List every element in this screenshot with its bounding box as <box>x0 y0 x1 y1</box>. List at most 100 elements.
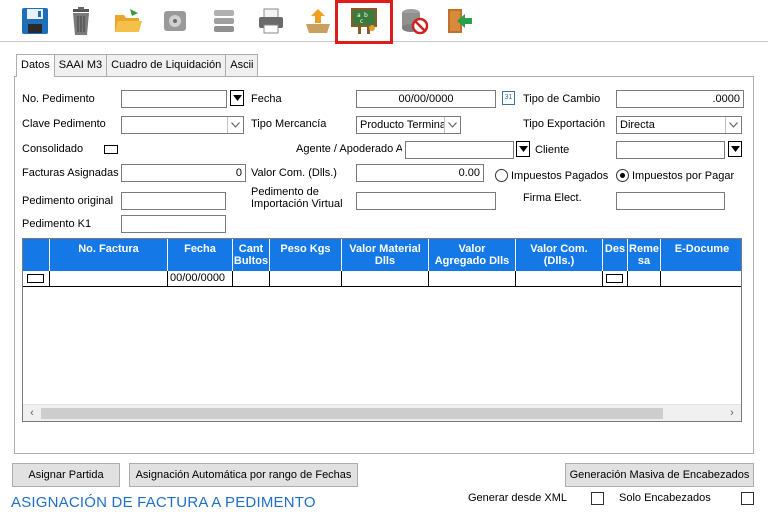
tab-ascii[interactable]: Ascii <box>225 54 259 76</box>
valor-com-field: 0.00 <box>356 164 484 182</box>
cell-fecha[interactable]: 00/00/0000 <box>168 271 233 287</box>
row-select-cell[interactable] <box>23 271 50 287</box>
generar-xml-checkbox[interactable] <box>591 492 604 505</box>
toolbar-highlight-frame <box>335 0 393 44</box>
asignacion-automatica-button[interactable]: Asignación Automática por rango de Fecha… <box>129 463 358 487</box>
chevron-down-icon <box>444 117 460 133</box>
scrollbar-thumb[interactable] <box>41 408 663 419</box>
export-icon[interactable] <box>300 3 336 39</box>
facturas-asignadas-field: 0 <box>121 164 246 182</box>
database-icon[interactable] <box>206 3 242 39</box>
grid-col-valor-agregado[interactable]: Valor Agregado Dlls <box>429 239 516 271</box>
tab-saai-m3[interactable]: SAAI M3 <box>53 54 108 76</box>
tab-cuadro-liquidacion[interactable]: Cuadro de Liquidación <box>106 54 227 76</box>
cell-valor-com[interactable] <box>516 271 603 287</box>
scroll-right-icon[interactable]: › <box>725 407 739 420</box>
grid-col-valor-com[interactable]: Valor Com. (Dlls.) <box>516 239 603 271</box>
open-folder-icon[interactable] <box>110 3 146 39</box>
chevron-down-icon <box>227 117 243 133</box>
impuestos-pagados-label: Impuestos Pagados <box>511 170 609 182</box>
cell-remesa[interactable] <box>628 271 661 287</box>
tipo-cambio-field[interactable]: .0000 <box>616 90 744 108</box>
chevron-down-icon <box>725 117 741 133</box>
cliente-field[interactable] <box>616 141 725 159</box>
valor-com-label: Valor Com. (Dlls.) <box>251 167 337 179</box>
grid-col-des[interactable]: Des <box>603 239 628 271</box>
cell-des[interactable] <box>603 271 628 287</box>
cliente-dropdown-button[interactable] <box>728 141 742 157</box>
calendar-icon[interactable]: 31 <box>502 91 515 105</box>
cell-no-factura[interactable] <box>50 271 168 287</box>
consolidado-label: Consolidado <box>22 143 84 155</box>
tipo-mercancia-value: Producto Termina <box>360 119 447 131</box>
tipo-mercancia-label: Tipo Mercancía <box>251 118 327 130</box>
impuestos-pagados-radio[interactable] <box>495 169 508 182</box>
chevron-down-icon <box>518 146 528 152</box>
pedimento-k1-field[interactable] <box>121 215 226 233</box>
cliente-label: Cliente <box>535 144 570 156</box>
des-checkbox[interactable] <box>606 274 623 283</box>
firma-elect-label: Firma Elect. <box>523 192 582 204</box>
save-icon[interactable] <box>17 3 53 39</box>
tipo-exportacion-value: Directa <box>620 119 655 131</box>
database-cancel-icon[interactable] <box>396 3 432 39</box>
no-pedimento-field[interactable] <box>121 90 227 108</box>
asignar-partida-button[interactable]: Asignar Partida <box>12 463 120 487</box>
agente-dropdown-button[interactable] <box>516 141 530 157</box>
fecha-label: Fecha <box>251 93 282 105</box>
tipo-exportacion-select[interactable]: Directa <box>616 116 742 134</box>
pedimento-virtual-field[interactable] <box>356 192 496 210</box>
impuestos-por-pagar-radio[interactable] <box>616 169 629 182</box>
generacion-masiva-button[interactable]: Generación Masiva de Encabezados <box>565 463 754 487</box>
pedimento-original-field[interactable] <box>121 192 226 210</box>
solo-encabezados-label: Solo Encabezados <box>619 492 711 504</box>
tab-bar: Datos SAAI M3 Cuadro de Liquidación Asci… <box>16 54 259 77</box>
pedimento-virtual-label-line1: Pedimento de <box>251 186 319 198</box>
grid-col-remesa[interactable]: Reme sa <box>628 239 661 271</box>
agente-field[interactable] <box>405 141 514 159</box>
cell-cant-bultos[interactable] <box>233 271 270 287</box>
table-row[interactable]: 00/00/0000 <box>23 271 741 287</box>
grid-header: No. Factura Fecha Cant Bultos Peso Kgs Va… <box>23 239 741 271</box>
pedimento-original-label: Pedimento original <box>22 195 114 207</box>
grid-col-select[interactable] <box>23 239 50 271</box>
solo-encabezados-checkbox[interactable] <box>741 492 754 505</box>
cell-valor-agregado[interactable] <box>429 271 516 287</box>
pedimento-virtual-label-line2: Importación Virtual <box>251 198 343 210</box>
grid-col-no-factura[interactable]: No. Factura <box>50 239 168 271</box>
exit-door-icon[interactable] <box>441 3 477 39</box>
pedimento-k1-label: Pedimento K1 <box>22 218 92 230</box>
no-pedimento-dropdown-button[interactable] <box>230 90 244 106</box>
grid-col-cant-bultos[interactable]: Cant Bultos <box>233 239 270 271</box>
page-title: ASIGNACIÓN DE FACTURA A PEDIMENTO <box>11 494 316 511</box>
consolidado-checkbox[interactable] <box>104 145 118 154</box>
grid-col-valor-material[interactable]: Valor Material Dlls <box>342 239 429 271</box>
cell-peso-kgs[interactable] <box>270 271 342 287</box>
grid-col-peso-kgs[interactable]: Peso Kgs <box>270 239 342 271</box>
printer-icon[interactable] <box>253 3 289 39</box>
row-select-box[interactable] <box>27 274 44 283</box>
fecha-field[interactable]: 00/00/0000 <box>356 90 496 108</box>
facturas-grid[interactable]: No. Factura Fecha Cant Bultos Peso Kgs Va… <box>22 238 742 422</box>
clave-pedimento-select[interactable] <box>121 116 244 134</box>
disk-icon[interactable] <box>157 3 193 39</box>
agente-label: Agente / Apoderado A <box>296 143 402 155</box>
grid-col-fecha[interactable]: Fecha <box>168 239 233 271</box>
chevron-down-icon <box>730 146 740 152</box>
tipo-mercancia-select[interactable]: Producto Termina <box>356 116 461 134</box>
firma-elect-field[interactable] <box>616 192 725 210</box>
grid-col-e-document[interactable]: E-Docume <box>661 239 741 271</box>
cell-e-document[interactable] <box>661 271 741 287</box>
cell-valor-material[interactable] <box>342 271 429 287</box>
tab-datos[interactable]: Datos <box>16 54 55 77</box>
impuestos-por-pagar-label: Impuestos por Pagar <box>632 170 735 182</box>
scroll-left-icon[interactable]: ‹ <box>25 407 39 420</box>
toolbar: abc <box>0 0 768 44</box>
no-pedimento-label: No. Pedimento <box>22 93 95 105</box>
clave-pedimento-label: Clave Pedimento <box>22 118 106 130</box>
facturas-asignadas-label: Facturas Asignadas <box>22 167 119 179</box>
horizontal-scrollbar[interactable]: ‹ › <box>23 404 741 421</box>
generar-xml-label: Generar desde XML <box>468 492 568 504</box>
delete-bin-icon[interactable] <box>63 3 99 39</box>
chevron-down-icon <box>232 95 242 101</box>
